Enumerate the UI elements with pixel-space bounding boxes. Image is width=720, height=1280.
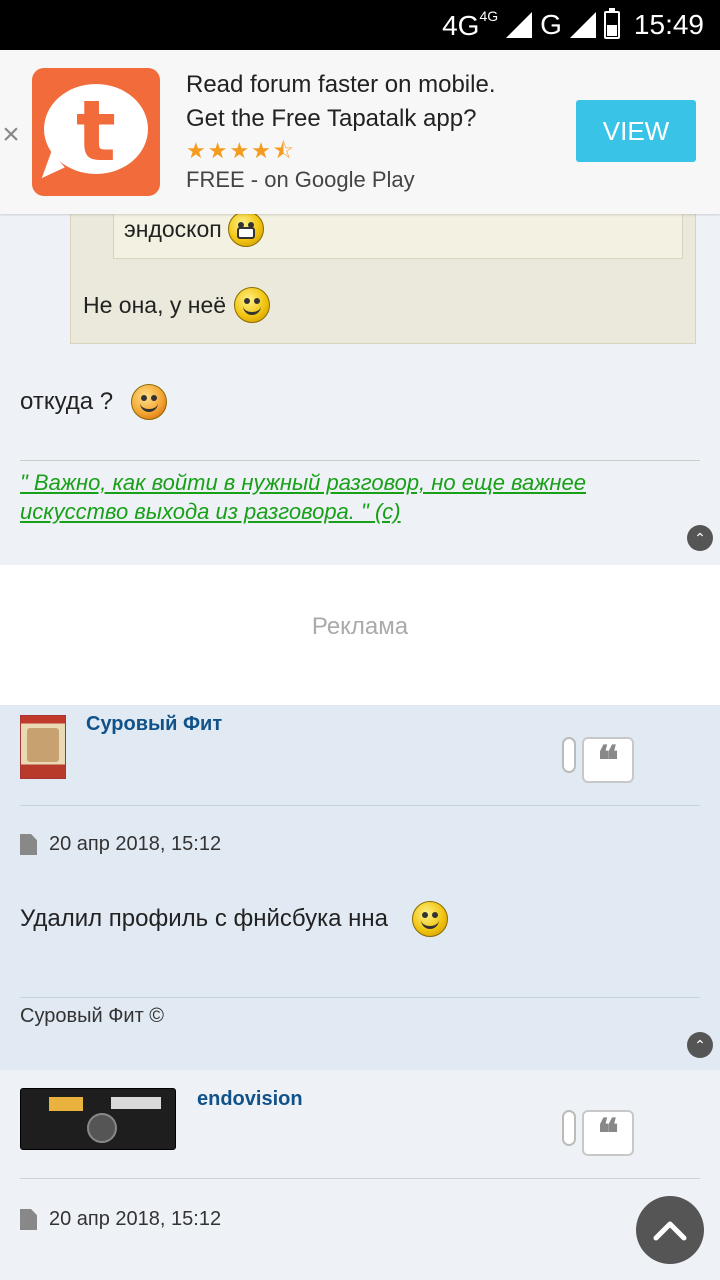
scroll-up-icon[interactable]: ⌃ (687, 1032, 713, 1058)
battery-icon (603, 8, 620, 39)
quote-icon: ❝ (597, 736, 619, 784)
inner-quote-text: эндоскоп (124, 215, 222, 242)
tapatalk-logo: t (32, 68, 160, 196)
post-options-toggle[interactable] (562, 737, 576, 773)
wink-smiley-icon (234, 287, 271, 323)
divider (20, 805, 700, 806)
file-icon (20, 1209, 37, 1230)
file-icon (20, 834, 37, 855)
post-2-text: Удалил профиль с фнйсбука нна (20, 905, 389, 932)
clock: 15:49 (633, 9, 704, 40)
avatar[interactable] (20, 1088, 176, 1150)
rating-stars-icon: ★★★★⯪ (186, 138, 296, 163)
chevron-up-icon (653, 1221, 687, 1241)
username-link[interactable]: endovision (197, 1088, 303, 1111)
scroll-up-icon[interactable]: ⌃ (687, 525, 713, 551)
post-date: 20 апр 2018, 15:12 (49, 1208, 222, 1230)
tapatalk-banner: × t Read forum faster on mobile. Get the… (0, 50, 720, 214)
username-link[interactable]: Суровый Фит (86, 713, 222, 736)
post-2-signature: Суровый Фит © (20, 1005, 165, 1027)
view-button[interactable]: VIEW (576, 100, 696, 162)
post-1: эндоскоп Не она, у неё откуда ? " Важно,… (0, 194, 720, 564)
store-text: FREE - on Google Play (186, 167, 415, 192)
divider (20, 1178, 700, 1179)
quote-icon: ❝ (597, 1109, 619, 1157)
close-icon[interactable]: × (0, 118, 22, 152)
outer-quote-text: Не она, у неё (83, 291, 227, 318)
signal-icon (506, 12, 533, 38)
signal-icon-2 (569, 12, 596, 38)
post-1-text: откуда ? (20, 388, 114, 415)
grin-smiley-icon (227, 211, 264, 247)
post-options-toggle[interactable] (562, 1110, 576, 1146)
confused-smiley-icon (131, 384, 168, 420)
post-date-row: 20 апр 2018, 15:12 (20, 833, 221, 856)
signature-divider (20, 997, 700, 998)
scroll-to-top-button[interactable] (636, 1196, 704, 1264)
quote-button[interactable]: ❝ (582, 736, 634, 784)
network-g-indicator: G (540, 9, 562, 40)
blockquote-outer: эндоскоп Не она, у неё (70, 194, 696, 344)
quote-button[interactable]: ❝ (582, 1109, 634, 1157)
post-3: endovision ❝ 20 апр 2018, 15:12 (0, 1078, 720, 1280)
post-2: Суровый Фит ❝ 20 апр 2018, 15:12 Удалил … (0, 705, 720, 1070)
ad-label: Реклама (311, 613, 409, 640)
banner-line-1: Read forum faster on mobile. (186, 71, 496, 98)
avatar[interactable] (20, 715, 66, 779)
post-date: 20 апр 2018, 15:12 (49, 833, 222, 855)
network-4g-indicator: 4G4G (442, 8, 499, 41)
banner-line-2: Get the Free Tapatalk app? (186, 105, 477, 132)
post-date-row: 20 апр 2018, 15:12 (20, 1208, 221, 1231)
status-bar: 4G4G G 15:49 (0, 0, 720, 50)
thinking-smiley-icon (412, 901, 449, 937)
signature-link[interactable]: " Важно, как войти в нужный разговор, но… (20, 468, 700, 526)
ad-block: Реклама (0, 565, 720, 705)
signature-divider (20, 460, 700, 461)
